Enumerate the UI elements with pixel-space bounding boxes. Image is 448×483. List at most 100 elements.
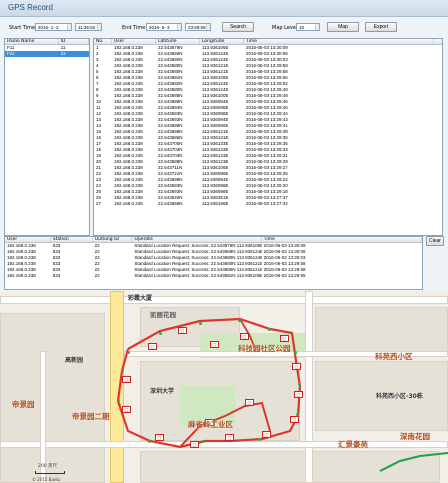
map-label: 帝景园 [12, 400, 35, 409]
track-point-icon[interactable] [268, 328, 271, 331]
gps-track [116, 317, 448, 472]
start-date-dropdown-icon[interactable] [67, 24, 71, 30]
map-label: 汇景豪苑 [338, 440, 368, 449]
col-station-header[interactable]: Station [51, 237, 93, 242]
track-point-icon[interactable] [148, 440, 151, 443]
track-marker-icon[interactable]: □ [210, 341, 219, 348]
gps-no-cell: 27 [96, 201, 102, 206]
track-marker-icon[interactable]: □ [122, 406, 131, 413]
col-operate-header[interactable]: Operate [132, 237, 262, 242]
col-no-header[interactable]: No. [94, 39, 112, 44]
log-time-cell: 2016-06-03 13:29:55 [263, 273, 306, 278]
track-marker-icon[interactable]: □ [190, 441, 199, 448]
end-clock-value: 23:59:59 [188, 25, 206, 30]
map-copyright: © 2015 Baidu [32, 477, 61, 482]
toolbar: Start Time 2016- 1- 2 11:36:52 End Time … [0, 17, 448, 37]
start-date-value: 2016- 1- 2 [38, 25, 59, 30]
col-log-user-header[interactable]: User [5, 237, 51, 242]
end-clock-field[interactable]: 23:59:59 [185, 23, 211, 31]
track-point-icon[interactable] [294, 351, 297, 354]
map-label: 科苑西小区 [375, 352, 413, 361]
track-point-icon[interactable] [202, 440, 205, 443]
start-time-label: Start Time [9, 25, 36, 31]
track-point-icon[interactable] [298, 383, 301, 386]
end-date-field[interactable]: 2016- 6- 3 [146, 23, 182, 31]
col-outlung-id-header[interactable]: Outlung ID [93, 237, 133, 242]
radio-row-selected[interactable]: F22 22 [5, 51, 89, 57]
window-title: GPS Record [8, 3, 53, 12]
radio-name-header[interactable]: Radio Name [5, 39, 59, 44]
col-latitude-header[interactable]: Latitude [156, 39, 200, 44]
gps-table-row[interactable]: 27 192.168.0.238 22.543668N 113.936196E 2016… [94, 201, 442, 207]
start-clock-field[interactable]: 11:36:52 [75, 23, 102, 31]
track-marker-icon[interactable]: □ [294, 391, 303, 398]
track-point-icon[interactable] [238, 319, 241, 322]
map-level-value: 10 [299, 25, 305, 30]
map-label: 科苑西小区-30栋 [376, 393, 423, 400]
radio-table: Radio Name ID F11 11 F22 22 [4, 38, 90, 236]
start-clock-value: 11:36:52 [78, 25, 96, 30]
map-level-label: Map Level [272, 25, 298, 31]
col-user-header[interactable]: User [112, 39, 156, 44]
track-point-icon[interactable] [258, 438, 261, 441]
end-clock-spinner-icon[interactable] [206, 24, 210, 30]
end-date-value: 2016- 6- 3 [149, 25, 170, 30]
track-point-icon[interactable] [127, 351, 130, 354]
track-marker-icon[interactable]: □ [290, 416, 299, 423]
track-point-icon[interactable] [159, 332, 162, 335]
track-marker-icon[interactable]: □ [178, 327, 187, 334]
track-marker-icon[interactable]: □ [262, 431, 271, 438]
gps-user-cell: 192.168.0.238 [114, 201, 143, 206]
log-user-cell: 192.168.0.238 [7, 273, 36, 278]
log-station-cell: 533 [52, 273, 61, 278]
map-label: 凯丽花园 [150, 311, 176, 319]
track-point-icon[interactable] [117, 399, 120, 402]
scale-bar [35, 471, 65, 474]
log-outlung-id-cell: 22 [94, 273, 100, 278]
track-point-icon[interactable] [121, 369, 124, 372]
operation-log-table: User Station Outlung ID Operate Time 192… [4, 236, 423, 290]
track-marker-icon[interactable]: □ [240, 333, 249, 340]
title-bar: GPS Record [0, 0, 448, 17]
log-table-row[interactable]: 192.168.0.238 533 22 Standard Location Requ… [5, 273, 422, 279]
start-clock-spinner-icon[interactable] [97, 24, 101, 30]
end-time-label: End Time [122, 25, 146, 31]
col-log-time-header[interactable]: Time [262, 237, 422, 242]
col-longitude-header[interactable]: Longitude [200, 39, 244, 44]
radio-id-cell: 22 [60, 51, 66, 56]
track-marker-icon[interactable]: □ [245, 399, 254, 406]
map-label: 科技园社区公园 [238, 344, 291, 353]
track-marker-icon[interactable]: □ [225, 434, 234, 441]
log-table-body: 192.168.0.238 533 22 Standard Location Requ… [5, 243, 422, 279]
map-label: 深圳大学 [150, 388, 175, 395]
radio-id-header[interactable]: ID [59, 39, 89, 44]
map-label: 深南花园 [400, 432, 430, 441]
end-date-dropdown-icon[interactable] [177, 24, 181, 30]
clear-button[interactable]: Clear [426, 236, 444, 246]
chevron-down-icon[interactable] [315, 24, 319, 30]
map-view[interactable]: □ □ □ □ □ □ □ □ □ □ □ □ □ □ □ □ 彩霞大厦 凯丽花… [0, 291, 448, 483]
map-label: 高新园 [65, 357, 84, 364]
track-point-icon[interactable] [296, 413, 299, 416]
track-marker-icon[interactable]: □ [155, 434, 164, 441]
gps-longitude-cell: 113.936196E [202, 201, 229, 206]
log-operate-cell: Standard Location Request: Success: 22.5… [134, 273, 262, 278]
track-point-icon[interactable] [199, 322, 202, 325]
map-label: 彩霞大厦 [128, 295, 153, 302]
gps-record-table: No. User Latitude Longitude Time 1 192.16… [93, 38, 443, 236]
start-date-field[interactable]: 2016- 1- 2 [35, 23, 72, 31]
radio-name-cell: F22 [7, 51, 15, 56]
gps-latitude-cell: 22.543668N [158, 201, 183, 206]
map-level-select[interactable]: 10 [296, 23, 320, 31]
track-marker-icon[interactable]: □ [292, 363, 301, 370]
gps-table-body: 1 192.168.0.238 22.543676N 113.936106E 2016-… [94, 45, 442, 207]
track-marker-icon[interactable]: □ [122, 376, 131, 383]
map-label: 麻雀岭工业区 [188, 420, 233, 429]
search-button[interactable]: Search [222, 22, 254, 32]
gps-time-cell: 2016-06-03 13:27:34 [246, 201, 288, 206]
map-button[interactable]: Map [327, 22, 359, 32]
col-time-header[interactable]: Time [244, 39, 434, 44]
track-marker-icon[interactable]: □ [280, 335, 289, 342]
track-marker-icon[interactable]: □ [148, 343, 157, 350]
export-button[interactable]: Export [365, 22, 397, 32]
